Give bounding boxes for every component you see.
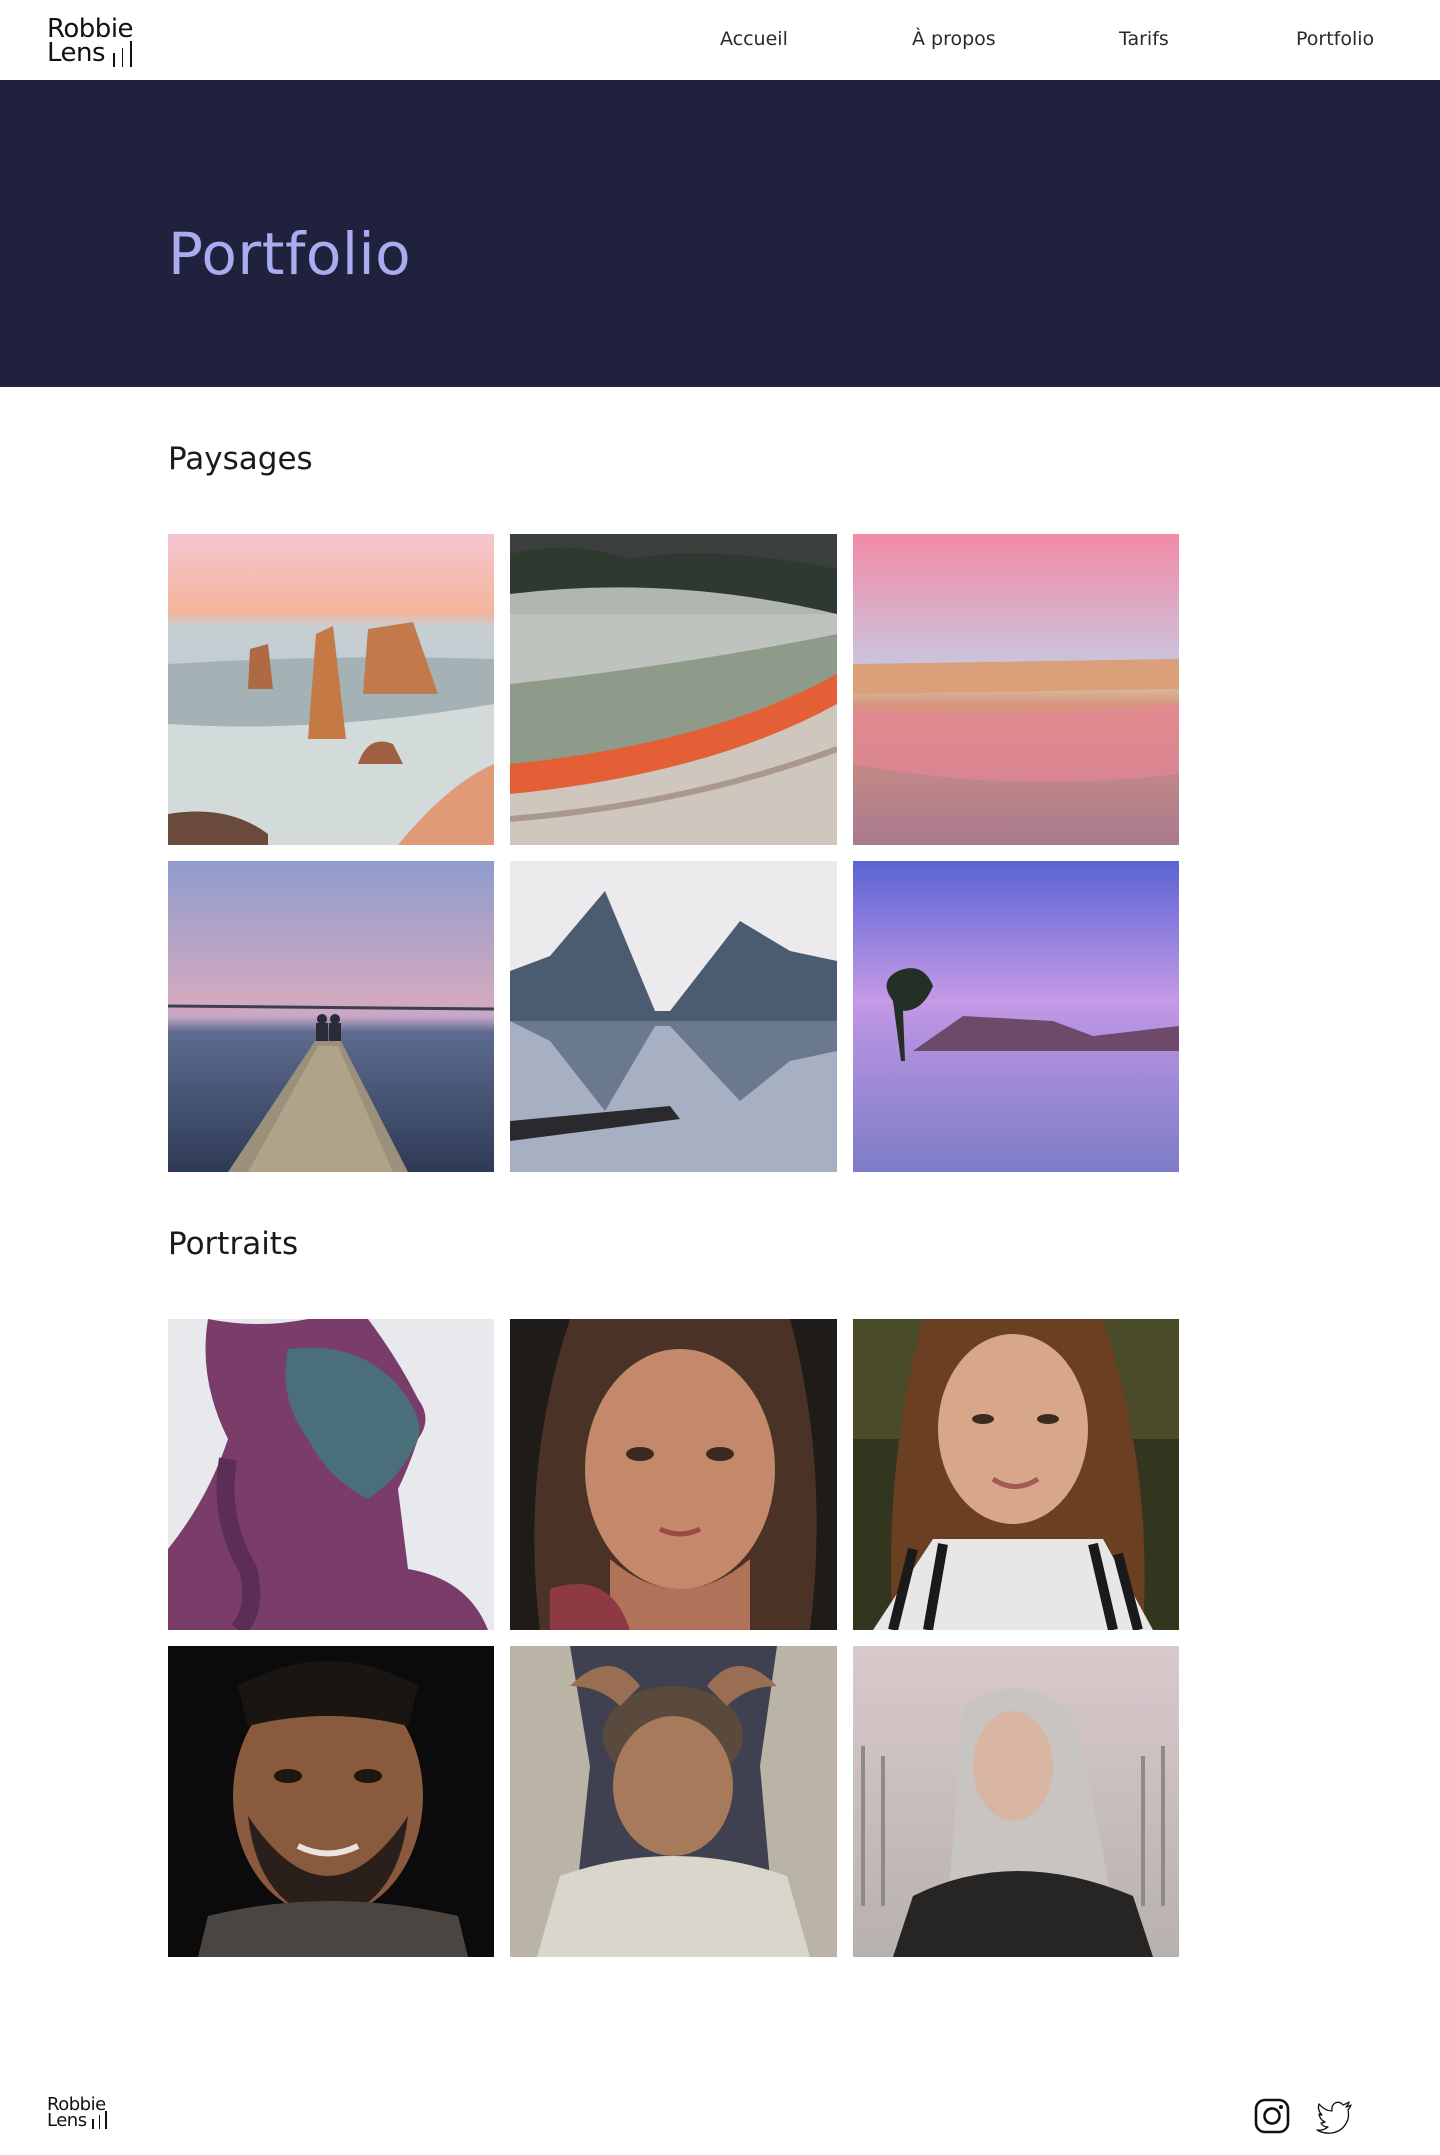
site-header: Robbie Lens Accueil À propos Tarifs Port… bbox=[0, 0, 1440, 80]
photo-woman-striped-shirt[interactable] bbox=[853, 1319, 1179, 1630]
photo-woman-purple-braid[interactable] bbox=[168, 1319, 494, 1630]
photo-woman-dark-hair[interactable] bbox=[510, 1319, 837, 1630]
photo-wooden-pier[interactable] bbox=[168, 861, 494, 1172]
instagram-icon[interactable] bbox=[1253, 2097, 1291, 2135]
photo-bearded-man[interactable] bbox=[168, 1646, 494, 1957]
footer-logo-bars-icon bbox=[92, 2111, 107, 2129]
photo-pink-beach[interactable] bbox=[853, 534, 1179, 845]
photo-purple-lake[interactable] bbox=[853, 861, 1179, 1172]
photo-sea-stacks[interactable] bbox=[168, 534, 494, 845]
portrait-gallery bbox=[168, 1319, 1180, 1957]
nav-item-tarifs[interactable]: Tarifs bbox=[1119, 28, 1169, 50]
nav-item-accueil[interactable]: Accueil bbox=[720, 28, 788, 50]
nav-item-portfolio[interactable]: Portfolio bbox=[1296, 28, 1374, 50]
photo-woman-silver-hair[interactable] bbox=[853, 1646, 1179, 1957]
landscape-gallery bbox=[168, 534, 1180, 1172]
main-nav: Accueil À propos Tarifs Portfolio bbox=[0, 28, 1440, 52]
hero-banner: Portfolio bbox=[0, 80, 1440, 387]
twitter-icon[interactable] bbox=[1316, 2097, 1354, 2135]
photo-man-hands-on-head[interactable] bbox=[510, 1646, 837, 1957]
nav-item-a-propos[interactable]: À propos bbox=[912, 28, 996, 50]
photo-geothermal-pool[interactable] bbox=[510, 534, 837, 845]
photo-mountain-fjord[interactable] bbox=[510, 861, 837, 1172]
section-title-portraits: Portraits bbox=[168, 1226, 299, 1262]
footer-logo[interactable]: Robbie Lens bbox=[47, 2096, 107, 2130]
page-title: Portfolio bbox=[168, 220, 412, 288]
section-title-paysages: Paysages bbox=[168, 441, 313, 477]
